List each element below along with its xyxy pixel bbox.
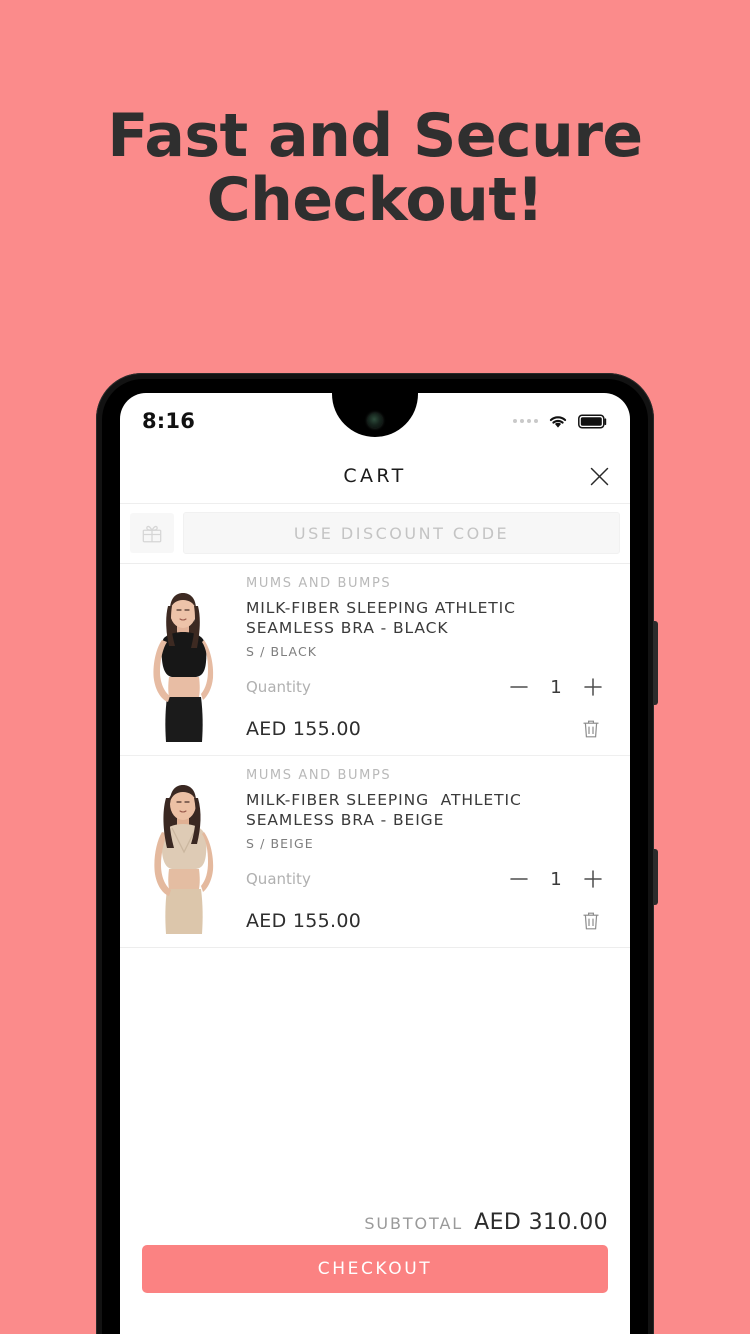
product-thumbnail[interactable] (138, 768, 230, 934)
discount-code-input[interactable]: USE DISCOUNT CODE (183, 512, 620, 554)
product-price: AED 155.00 (246, 718, 362, 740)
minus-icon (509, 873, 529, 885)
quantity-increase-button[interactable] (576, 864, 610, 894)
trash-icon (581, 718, 601, 740)
price-row: AED 155.00 (246, 905, 610, 937)
discount-code-bar: USE DISCOUNT CODE (120, 503, 630, 564)
phone-screen: 8:16 CART USE DISCOUNT CODE MUMS AND BUM… (120, 393, 630, 1334)
gift-button[interactable] (130, 513, 174, 553)
discount-code-placeholder: USE DISCOUNT CODE (293, 523, 510, 543)
quantity-increase-button[interactable] (576, 672, 610, 702)
phone-frame: 8:16 CART USE DISCOUNT CODE MUMS AND BUM… (96, 373, 658, 1334)
price-row: AED 155.00 (246, 713, 610, 745)
gift-icon (141, 522, 163, 544)
status-time: 8:16 (142, 409, 196, 433)
battery-full-icon (578, 413, 608, 429)
product-brand: MUMS AND BUMPS (246, 576, 392, 591)
subtotal-label: SUBTOTAL (364, 1214, 464, 1233)
product-name: MILK-FIBER SLEEPING ATHLETIC SEAMLESS BR… (246, 791, 528, 829)
trash-icon (581, 910, 601, 932)
close-button[interactable] (582, 459, 616, 493)
cart-item[interactable]: MUMS AND BUMPS MILK-FIBER SLEEPING ATHLE… (120, 564, 630, 755)
product-info: MUMS AND BUMPS MILK-FIBER SLEEPING ATHLE… (230, 768, 610, 937)
quantity-value: 1 (550, 676, 562, 698)
minus-icon (509, 681, 529, 693)
plus-icon (583, 677, 603, 697)
status-icons (513, 413, 608, 429)
remove-item-button[interactable] (574, 905, 608, 937)
product-price: AED 155.00 (246, 910, 362, 932)
remove-item-button[interactable] (574, 713, 608, 745)
product-name: MILK-FIBER SLEEPING ATHLETIC SEAMLESS BR… (246, 599, 522, 637)
page-heading: CART (343, 465, 407, 487)
phone-volume-button[interactable] (653, 621, 658, 705)
product-info: MUMS AND BUMPS MILK-FIBER SLEEPING ATHLE… (230, 576, 610, 745)
quantity-value: 1 (550, 868, 562, 890)
page-title: Fast and Secure Checkout! (0, 104, 750, 232)
cart-item-list: MUMS AND BUMPS MILK-FIBER SLEEPING ATHLE… (120, 564, 630, 947)
quantity-stepper: Quantity 1 (246, 672, 610, 702)
wifi-icon (547, 413, 569, 429)
product-thumbnail[interactable] (138, 576, 230, 742)
quantity-stepper: Quantity 1 (246, 864, 610, 894)
quantity-label: Quantity (246, 678, 311, 696)
headline-line-1: Fast and Secure (107, 101, 643, 171)
phone-power-button[interactable] (653, 849, 658, 905)
front-camera-icon (367, 413, 383, 428)
quantity-label: Quantity (246, 870, 311, 888)
cart-empty-space (120, 948, 630, 1210)
product-variant: S / BLACK (246, 644, 318, 659)
close-icon (589, 466, 610, 487)
headline-line-2: Checkout! (206, 165, 544, 235)
cart-item[interactable]: MUMS AND BUMPS MILK-FIBER SLEEPING ATHLE… (120, 755, 630, 947)
quantity-decrease-button[interactable] (502, 864, 536, 894)
cart-header: CART (120, 449, 630, 503)
subtotal-value: AED 310.00 (474, 1210, 608, 1235)
checkout-button[interactable]: CHECKOUT (142, 1245, 608, 1293)
promo-stage: Fast and Secure Checkout! 8:16 CART USE … (0, 0, 750, 1334)
cart-footer: SUBTOTAL AED 310.00 CHECKOUT (120, 1210, 630, 1293)
quantity-decrease-button[interactable] (502, 672, 536, 702)
plus-icon (583, 869, 603, 889)
product-brand: MUMS AND BUMPS (246, 768, 392, 783)
product-variant: S / BEIGE (246, 836, 314, 851)
signal-dots-icon (513, 419, 538, 423)
subtotal-row: SUBTOTAL AED 310.00 (142, 1210, 608, 1245)
